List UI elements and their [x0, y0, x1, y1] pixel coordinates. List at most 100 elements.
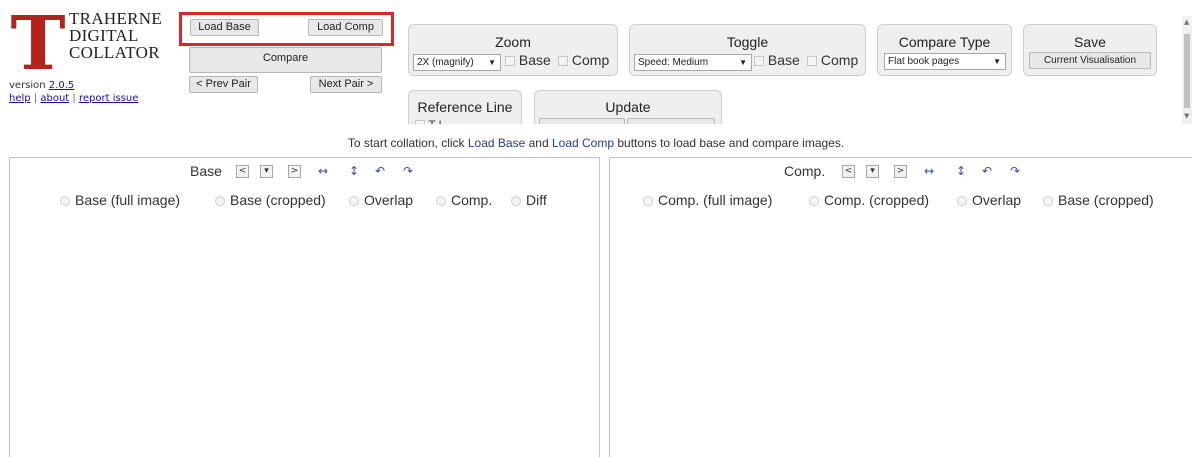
scroll-up-icon[interactable]: ▲ [1184, 18, 1189, 26]
update-fieldset: Update [534, 90, 722, 124]
help-link[interactable]: help [9, 93, 31, 104]
toggle-fieldset: Toggle Speed: Medium ▼ Base Comp [629, 24, 866, 76]
toggle-comp-checkbox[interactable]: Comp [807, 52, 858, 68]
radio-comp-full[interactable]: Comp. (full image) [643, 192, 772, 208]
radio-icon [643, 196, 653, 206]
comp-prev-button[interactable]: < [842, 165, 855, 178]
radio-label: Overlap [364, 192, 414, 208]
rotate-left-icon[interactable]: ↶ [982, 164, 992, 178]
flip-horizontal-icon[interactable]: ↔ [318, 164, 328, 178]
scroll-down-icon[interactable]: ▼ [1184, 112, 1189, 120]
save-title: Save [1074, 34, 1106, 50]
logo-line-3: COLLATOR [69, 43, 160, 62]
footer-links: help | about | report issue [9, 93, 138, 105]
update-button-2[interactable] [627, 118, 715, 124]
radio-icon [809, 196, 819, 206]
radio-icon [349, 196, 359, 206]
zoom-fieldset: Zoom 2X (magnify) ▼ Base Comp [408, 24, 618, 76]
logo-letter: T [10, 1, 66, 87]
link-separator: | [72, 93, 76, 104]
zoom-select-value: 2X (magnify) [417, 57, 474, 68]
status-mid: and [528, 136, 549, 150]
report-issue-link[interactable]: report issue [79, 93, 138, 104]
status-load-comp: Load Comp [551, 136, 615, 150]
logo-line-2: DIGITAL [69, 26, 139, 45]
chevron-down-icon: ▼ [739, 58, 747, 67]
update-title: Update [605, 99, 651, 115]
zoom-select[interactable]: 2X (magnify) ▼ [413, 54, 501, 71]
reference-line-label: T l [428, 118, 441, 124]
toggle-comp-label: Comp [820, 52, 859, 68]
compare-type-select-value: Flat book pages [888, 56, 960, 67]
status-load-base: Load Base [467, 136, 526, 150]
radio-base-diff[interactable]: Diff [511, 192, 547, 208]
save-visualisation-button[interactable]: Current Visualisation [1029, 52, 1151, 69]
flip-horizontal-icon[interactable]: ↔ [924, 164, 934, 178]
radio-base-full[interactable]: Base (full image) [60, 192, 180, 208]
zoom-base-checkbox[interactable]: Base [505, 52, 551, 68]
checkbox-icon [505, 56, 515, 66]
toggle-speed-select[interactable]: Speed: Medium ▼ [634, 54, 752, 71]
base-menu-button[interactable]: ▾ [260, 165, 273, 178]
status-post: buttons to load base and compare images. [617, 136, 845, 150]
radio-icon [511, 196, 521, 206]
scrollbar-thumb[interactable] [1184, 34, 1190, 108]
radio-base-overlap[interactable]: Overlap [349, 192, 413, 208]
link-separator: | [33, 93, 38, 104]
checkbox-icon [754, 56, 764, 66]
base-next-button[interactable]: > [288, 165, 301, 178]
load-base-button[interactable]: Load Base [190, 19, 259, 36]
base-panel-title: Base [190, 163, 222, 179]
radio-label: Base (cropped) [230, 192, 326, 208]
chevron-down-icon: ▼ [993, 57, 1001, 66]
reference-line-checkbox[interactable]: T l [415, 118, 441, 124]
toolbar-area: Zoom 2X (magnify) ▼ Base Comp Toggle Spee… [402, 16, 1182, 124]
radio-comp-overlap[interactable]: Overlap [957, 192, 1021, 208]
compare-type-select[interactable]: Flat book pages ▼ [884, 53, 1006, 70]
chevron-down-icon: ▼ [488, 58, 496, 67]
radio-comp-base-cropped[interactable]: Base (cropped) [1043, 192, 1154, 208]
rotate-right-icon[interactable]: ↷ [1010, 164, 1020, 178]
radio-icon [60, 196, 70, 206]
rotate-left-icon[interactable]: ↶ [375, 164, 385, 178]
flip-vertical-icon[interactable]: ↕ [349, 164, 359, 178]
about-link[interactable]: about [40, 93, 69, 104]
next-pair-button[interactable]: Next Pair > [310, 76, 382, 93]
radio-label: Comp. (cropped) [824, 192, 930, 208]
radio-base-comp[interactable]: Comp. [436, 192, 492, 208]
compare-button[interactable]: Compare [189, 47, 382, 73]
radio-label: Base (full image) [75, 192, 181, 208]
zoom-comp-checkbox[interactable]: Comp [558, 52, 609, 68]
version-link[interactable]: 2.0.5 [49, 80, 74, 91]
zoom-base-label: Base [518, 52, 551, 68]
radio-icon [215, 196, 225, 206]
version-info: version 2.0.5 [9, 80, 74, 92]
comp-menu-button[interactable]: ▾ [866, 165, 879, 178]
comp-panel-title: Comp. [784, 163, 826, 179]
reference-line-fieldset: Reference Line T l [408, 90, 522, 124]
radio-base-cropped[interactable]: Base (cropped) [215, 192, 326, 208]
comp-next-button[interactable]: > [894, 165, 907, 178]
prev-pair-button[interactable]: < Prev Pair [189, 76, 258, 93]
status-pre: To start collation, click [347, 136, 465, 150]
radio-icon [436, 196, 446, 206]
radio-comp-cropped[interactable]: Comp. (cropped) [809, 192, 929, 208]
radio-label: Base (cropped) [1058, 192, 1154, 208]
update-button-1[interactable] [539, 118, 625, 124]
load-comp-button[interactable]: Load Comp [308, 19, 383, 36]
zoom-title: Zoom [495, 34, 531, 50]
base-prev-button[interactable]: < [236, 165, 249, 178]
checkbox-icon [558, 56, 568, 66]
radio-icon [1043, 196, 1053, 206]
toolbar-scrollbar[interactable]: ▲ ▼ [1182, 16, 1192, 124]
flip-vertical-icon[interactable]: ↕ [956, 164, 966, 178]
toggle-base-checkbox[interactable]: Base [754, 52, 800, 68]
radio-label: Overlap [972, 192, 1022, 208]
status-message: To start collation, click Load Base and … [0, 136, 1192, 150]
toggle-title: Toggle [726, 34, 769, 50]
radio-label: Comp. (full image) [658, 192, 773, 208]
radio-label: Comp. [451, 192, 493, 208]
rotate-right-icon[interactable]: ↷ [403, 164, 413, 178]
zoom-comp-label: Comp [571, 52, 610, 68]
toggle-base-label: Base [767, 52, 800, 68]
